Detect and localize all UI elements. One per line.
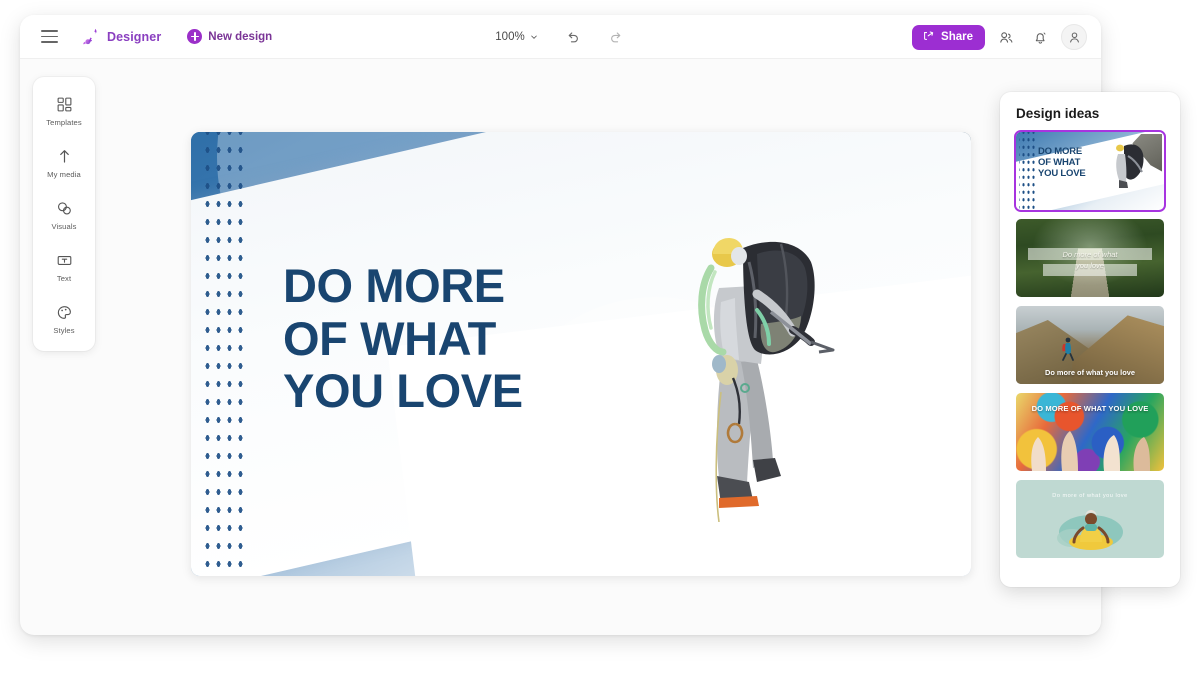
thumb-dot-pattern (1019, 132, 1036, 210)
sidebar-item-styles[interactable]: Styles (35, 297, 93, 339)
thumb-hiker-icon (1062, 337, 1075, 361)
redo-button[interactable] (604, 24, 630, 50)
design-ideas-panel: Design ideas DO MORE OF WHAT YOU LOVE Do… (1000, 92, 1180, 587)
redo-arrow-icon (611, 31, 621, 42)
share-button[interactable]: Share (912, 24, 985, 50)
sidebar-label-styles: Styles (53, 326, 75, 335)
share-label: Share (941, 31, 973, 43)
design-idea-snow-climber[interactable]: DO MORE OF WHAT YOU LOVE (1014, 130, 1166, 212)
account-button[interactable] (1061, 24, 1087, 50)
design-idea-forest-bridge[interactable]: Do more of what you love (1016, 219, 1164, 297)
sidebar-item-my-media[interactable]: My media (35, 141, 93, 183)
styles-palette-icon (54, 302, 74, 322)
undo-button[interactable] (560, 24, 586, 50)
design-idea-teal-yoga[interactable]: Do more of what you love (1016, 480, 1164, 558)
thumb-caption: Do more of what you love (1045, 368, 1135, 377)
design-ideas-list: DO MORE OF WHAT YOU LOVE Do more of what… (1014, 130, 1170, 558)
dot-pattern-overlay (199, 132, 243, 576)
thumb-caption: Do more of what you love (1062, 250, 1118, 271)
left-tool-rail: Templates My media Visuals Text Styles (33, 77, 95, 351)
visuals-shapes-icon (54, 198, 74, 218)
canvas-stage: DO MORE OF WHAT YOU LOVE (108, 59, 1101, 635)
zoom-control[interactable]: 100% (491, 28, 541, 46)
sidebar-label-text: Text (56, 274, 72, 283)
undo-arrow-icon (568, 31, 579, 42)
design-idea-colorful-paint[interactable]: DO MORE OF WHAT YOU LOVE (1016, 393, 1164, 471)
hamburger-menu-icon[interactable] (34, 22, 64, 52)
app-window: Designer New design 100% Share Templates… (20, 15, 1101, 635)
sidebar-item-text[interactable]: Text (35, 245, 93, 287)
sidebar-item-templates[interactable]: Templates (35, 89, 93, 131)
templates-grid-icon (54, 94, 74, 114)
collaborate-people-icon (999, 31, 1012, 43)
new-design-label: New design (208, 30, 273, 43)
designer-brand[interactable]: Designer (82, 27, 161, 46)
sidebar-item-visuals[interactable]: Visuals (35, 193, 93, 235)
upload-arrow-icon (54, 146, 74, 166)
top-toolbar: Designer New design 100% Share (20, 15, 1101, 59)
climber-photo-subject (698, 238, 835, 522)
toolbar-left-group: Designer New design (20, 22, 272, 52)
new-design-button[interactable]: New design (187, 29, 272, 44)
brand-name-label: Designer (107, 29, 162, 44)
thumb-caption: DO MORE OF WHAT YOU LOVE (1031, 404, 1149, 413)
share-icon (922, 29, 935, 45)
thumb-climber-icon (1116, 144, 1144, 188)
text-box-icon (54, 250, 74, 270)
design-idea-mountain-hiker[interactable]: Do more of what you love (1016, 306, 1164, 384)
bell-icon (1035, 32, 1045, 44)
zoom-level-value: 100% (495, 31, 525, 43)
design-ideas-title: Design ideas (1016, 106, 1100, 121)
page-root: Designer New design 100% Share Templates… (0, 0, 1200, 675)
toolbar-right-group: Share (912, 15, 1087, 59)
thumb-caption: DO MORE OF WHAT YOU LOVE (1038, 146, 1086, 180)
sidebar-label-templates: Templates (46, 118, 82, 127)
plus-circle-icon (187, 29, 203, 44)
chevron-down-icon (530, 33, 538, 41)
account-avatar-icon (1069, 31, 1079, 43)
collaborate-button[interactable] (993, 24, 1019, 50)
sidebar-label-my-media: My media (47, 170, 81, 179)
canvas-headline[interactable]: DO MORE OF WHAT YOU LOVE (283, 259, 523, 418)
design-canvas[interactable]: DO MORE OF WHAT YOU LOVE (191, 132, 971, 576)
notifications-button[interactable] (1027, 24, 1053, 50)
designer-logo-icon (82, 27, 101, 46)
thumb-yoga-illustration-icon (1057, 510, 1123, 550)
thumb-caption: Do more of what you love (1052, 493, 1128, 499)
sidebar-label-visuals: Visuals (51, 222, 77, 231)
